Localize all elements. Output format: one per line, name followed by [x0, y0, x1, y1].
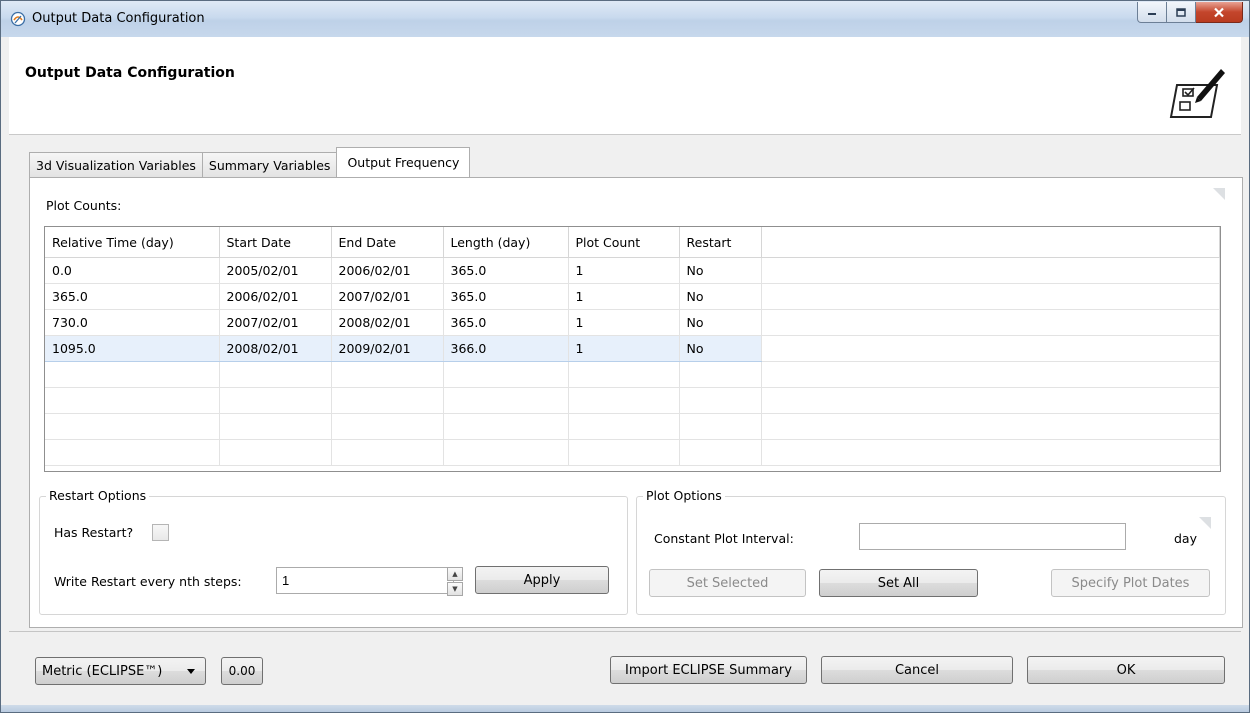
restart-options-group: Restart Options Has Restart? Write Resta…	[39, 488, 628, 615]
set-all-button[interactable]: Set All	[819, 569, 978, 597]
write-restart-label: Write Restart every nth steps:	[54, 574, 242, 589]
panel-corner-mark	[1213, 188, 1225, 200]
output-frequency-panel: Plot Counts: Relative Time (day) Start D…	[29, 177, 1243, 628]
table-row-empty	[45, 439, 1220, 466]
table-cell[interactable]: 0.0	[45, 257, 220, 284]
table-row-selected[interactable]: 1095.0 2008/02/01 2009/02/01 366.0 1 No	[45, 335, 1220, 362]
column-header[interactable]: Relative Time (day)	[45, 227, 220, 258]
table-cell[interactable]: 366.0	[443, 335, 569, 362]
specify-plot-dates-button[interactable]: Specify Plot Dates	[1051, 569, 1210, 597]
close-icon	[1214, 7, 1224, 17]
table-cell[interactable]: 1	[568, 283, 680, 310]
table-cell[interactable]: 2007/02/01	[219, 309, 332, 336]
restart-options-title: Restart Options	[46, 488, 150, 503]
window-title: Output Data Configuration	[32, 11, 205, 26]
column-header[interactable]: End Date	[331, 227, 444, 258]
interval-unit-label: day	[1174, 531, 1197, 546]
table-cell[interactable]: 365.0	[443, 309, 569, 336]
table-cell[interactable]: 2006/02/01	[219, 283, 332, 310]
table-cell[interactable]: 365.0	[443, 283, 569, 310]
table-cell[interactable]: No	[679, 335, 762, 362]
group-corner-mark	[1199, 517, 1211, 529]
stepper-up-icon[interactable]: ▲	[447, 567, 463, 581]
window-controls	[1137, 2, 1243, 23]
maximize-icon	[1176, 7, 1186, 17]
set-selected-button[interactable]: Set Selected	[649, 569, 806, 597]
chevron-down-icon	[187, 669, 195, 674]
table-cell[interactable]: 365.0	[45, 283, 220, 310]
minimize-icon	[1148, 13, 1156, 15]
dialog-header: Output Data Configuration	[9, 37, 1241, 135]
table-cell-filler	[761, 309, 1220, 336]
table-cell[interactable]: No	[679, 257, 762, 284]
constant-plot-interval-label: Constant Plot Interval:	[654, 531, 794, 546]
table-cell[interactable]: 1095.0	[45, 335, 220, 362]
table-cell[interactable]: 730.0	[45, 309, 220, 336]
column-header-filler	[761, 227, 1220, 258]
has-restart-checkbox[interactable]	[152, 524, 169, 541]
has-restart-label: Has Restart?	[54, 525, 134, 540]
table-row-empty	[45, 387, 1220, 414]
apply-button[interactable]: Apply	[475, 566, 609, 594]
table-row-empty	[45, 413, 1220, 440]
unit-system-dropdown[interactable]: Metric (ECLIPSE™)	[35, 657, 206, 685]
table-cell-filler	[761, 257, 1220, 284]
unit-system-value: Metric (ECLIPSE™)	[42, 663, 163, 679]
plot-options-group: Plot Options Constant Plot Interval: day…	[636, 488, 1226, 615]
column-header[interactable]: Length (day)	[443, 227, 569, 258]
maximize-button[interactable]	[1167, 2, 1196, 23]
header-title: Output Data Configuration	[25, 65, 235, 81]
plot-counts-grid: Relative Time (day) Start Date End Date …	[45, 227, 1220, 466]
tab-output-frequency[interactable]: Output Frequency	[336, 147, 471, 177]
table-row[interactable]: 0.0 2005/02/01 2006/02/01 365.0 1 No	[45, 257, 1220, 284]
stepper-down-icon[interactable]: ▼	[447, 582, 463, 596]
table-cell[interactable]: 2008/02/01	[219, 335, 332, 362]
plot-options-title: Plot Options	[643, 488, 725, 503]
write-restart-input[interactable]	[276, 567, 454, 594]
ok-button[interactable]: OK	[1027, 656, 1225, 684]
window-bottom-frame	[1, 705, 1249, 712]
table-cell[interactable]: 2009/02/01	[331, 335, 444, 362]
tab-bar: 3d Visualization Variables Summary Varia…	[29, 147, 471, 177]
output-data-configuration-window: Output Data Configuration Output Data Co…	[0, 0, 1250, 713]
table-cell[interactable]: 1	[568, 309, 680, 336]
table-cell[interactable]: 1	[568, 335, 680, 362]
table-cell[interactable]: 2006/02/01	[331, 257, 444, 284]
tab-3d-visualization-variables[interactable]: 3d Visualization Variables	[29, 152, 203, 177]
table-header-row: Relative Time (day) Start Date End Date …	[45, 227, 1220, 258]
constant-plot-interval-input[interactable]	[859, 523, 1126, 550]
table-cell[interactable]: 2007/02/01	[331, 283, 444, 310]
table-cell[interactable]: 2005/02/01	[219, 257, 332, 284]
footer-divider	[9, 631, 1241, 632]
table-cell[interactable]: 2008/02/01	[331, 309, 444, 336]
title-bar[interactable]: Output Data Configuration	[1, 1, 1249, 37]
column-header[interactable]: Start Date	[219, 227, 332, 258]
table-cell-filler	[761, 335, 1220, 362]
table-cell[interactable]: 365.0	[443, 257, 569, 284]
import-eclipse-summary-button[interactable]: Import ECLIPSE Summary	[610, 656, 807, 684]
cancel-button[interactable]: Cancel	[821, 656, 1013, 684]
version-badge[interactable]: 0.00	[221, 657, 263, 685]
plot-counts-label: Plot Counts:	[46, 198, 122, 213]
minimize-button[interactable]	[1137, 2, 1167, 23]
column-header[interactable]: Restart	[679, 227, 762, 258]
tab-summary-variables[interactable]: Summary Variables	[201, 152, 338, 177]
app-icon	[10, 11, 26, 27]
table-row[interactable]: 365.0 2006/02/01 2007/02/01 365.0 1 No	[45, 283, 1220, 310]
table-row-empty	[45, 361, 1220, 388]
plot-counts-table[interactable]: Relative Time (day) Start Date End Date …	[44, 226, 1221, 472]
column-header[interactable]: Plot Count	[568, 227, 680, 258]
write-restart-stepper[interactable]: ▲ ▼	[447, 567, 463, 596]
checklist-edit-icon	[1169, 69, 1225, 118]
table-cell[interactable]: No	[679, 283, 762, 310]
table-cell-filler	[761, 283, 1220, 310]
table-cell[interactable]: 1	[568, 257, 680, 284]
table-row[interactable]: 730.0 2007/02/01 2008/02/01 365.0 1 No	[45, 309, 1220, 336]
table-cell[interactable]: No	[679, 309, 762, 336]
close-button[interactable]	[1196, 2, 1243, 23]
